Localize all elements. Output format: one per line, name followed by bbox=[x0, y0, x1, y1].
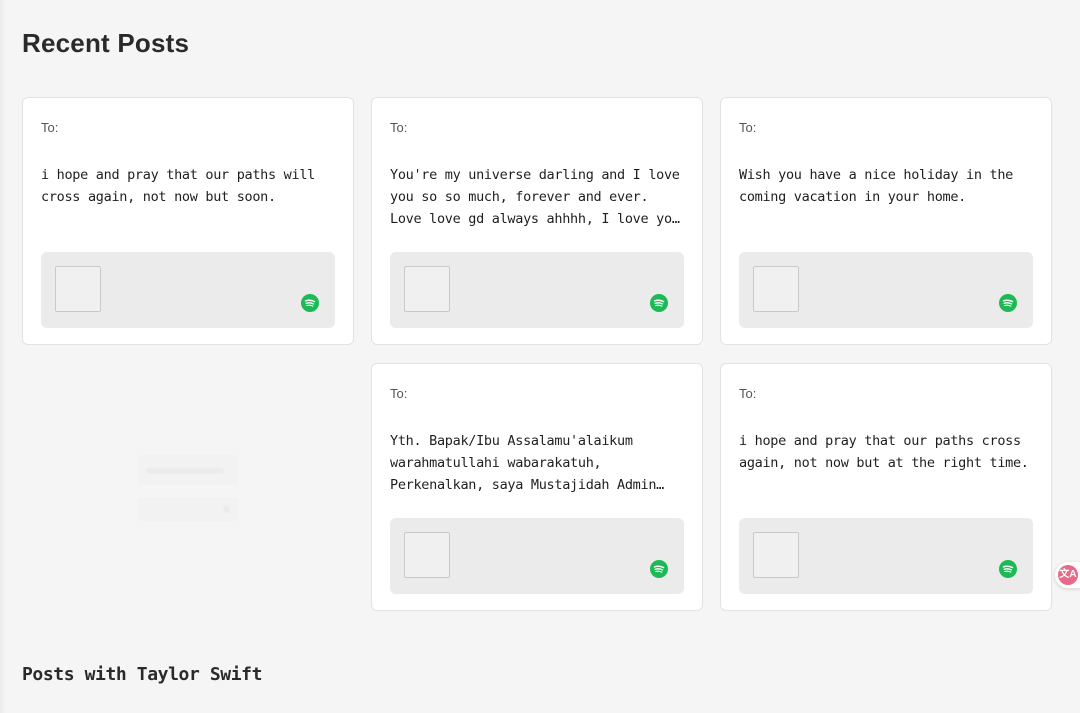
song-embed[interactable] bbox=[390, 252, 684, 328]
post-card[interactable]: To: Yth. Bapak/Ibu Assalamu'alaikum wara… bbox=[371, 363, 703, 611]
loading-placeholder bbox=[138, 455, 238, 527]
recipient-label: To: bbox=[390, 120, 408, 135]
post-message: i hope and pray that our paths will cros… bbox=[41, 167, 315, 205]
spotify-icon bbox=[999, 294, 1017, 312]
song-embed[interactable] bbox=[739, 252, 1033, 328]
post-message: You're my universe darling and I love yo… bbox=[390, 167, 680, 227]
translate-button[interactable]: 文A bbox=[1055, 562, 1080, 588]
album-art-placeholder bbox=[404, 266, 450, 312]
song-embed[interactable] bbox=[739, 518, 1033, 594]
recent-posts-title: Recent Posts bbox=[22, 28, 190, 58]
post-message: Wish you have a nice holiday in the comi… bbox=[739, 167, 1013, 205]
post-message: Yth. Bapak/Ibu Assalamu'alaikum warahmat… bbox=[390, 433, 657, 493]
spotify-icon bbox=[650, 294, 668, 312]
album-art-placeholder bbox=[753, 266, 799, 312]
post-card[interactable]: To: Wish you have a nice holiday in the … bbox=[720, 97, 1052, 345]
post-card[interactable]: To: i hope and pray that our paths cross… bbox=[720, 363, 1052, 611]
album-art-placeholder bbox=[55, 266, 101, 312]
album-art-placeholder bbox=[404, 532, 450, 578]
recipient-label: To: bbox=[41, 120, 59, 135]
song-embed[interactable] bbox=[390, 518, 684, 594]
post-card[interactable]: To: You're my universe darling and I lov… bbox=[371, 97, 703, 345]
album-art-placeholder bbox=[753, 532, 799, 578]
spotify-icon bbox=[999, 560, 1017, 578]
taylor-swift-section-title: Posts with Taylor Swift bbox=[22, 664, 263, 685]
recipient-label: To: bbox=[390, 386, 408, 401]
post-message: i hope and pray that our paths cross aga… bbox=[739, 433, 1029, 471]
spotify-icon bbox=[650, 560, 668, 578]
post-card[interactable]: To: i hope and pray that our paths will … bbox=[22, 97, 354, 345]
spotify-icon bbox=[301, 294, 319, 312]
recipient-label: To: bbox=[739, 120, 757, 135]
translate-icon: 文A bbox=[1058, 565, 1078, 585]
recipient-label: To: bbox=[739, 386, 757, 401]
song-embed[interactable] bbox=[41, 252, 335, 328]
page-edge-shadow bbox=[0, 0, 6, 713]
